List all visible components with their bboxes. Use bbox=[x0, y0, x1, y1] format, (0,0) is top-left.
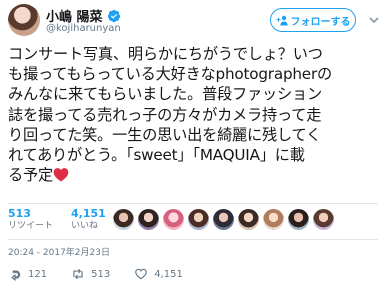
liker-avatar[interactable] bbox=[188, 209, 209, 230]
liker-avatar[interactable] bbox=[138, 209, 159, 230]
heart-emoji-icon bbox=[53, 168, 69, 182]
tweet-line: り回ってた笑。一生の思い出を綺麗に残してく bbox=[8, 125, 322, 144]
retweet-count: 513 bbox=[91, 268, 111, 280]
tweet-actions: 121 513 4,151 bbox=[8, 265, 378, 283]
user-handle[interactable]: @kojiharunyan bbox=[46, 23, 121, 34]
like-stat-label: いいね bbox=[71, 221, 99, 231]
tweet-line: も撮ってもらっている大好きなphotographerの bbox=[8, 65, 332, 84]
follow-button[interactable]: フォローする bbox=[270, 8, 356, 32]
avatar[interactable] bbox=[8, 4, 40, 36]
tweet-stats: 513 リツイート 4,151 いいね bbox=[8, 207, 124, 237]
tweet-line: コンサート写真、明らかにちがうでしょ？いつ bbox=[8, 45, 323, 63]
tweet-line: れてありがとう。「sweet」「MAQUIA」に載 bbox=[8, 146, 305, 165]
liker-avatar[interactable] bbox=[288, 209, 309, 230]
tweet-line: る予定 bbox=[8, 166, 53, 185]
divider bbox=[8, 203, 378, 204]
retweet-stat[interactable]: 513 リツイート bbox=[8, 207, 53, 232]
liker-avatar[interactable] bbox=[113, 209, 134, 230]
tweet-line: 誌を撮ってる売れっ子の方々がカメラ持って走 bbox=[8, 105, 322, 124]
like-icon bbox=[135, 268, 148, 280]
divider bbox=[8, 239, 378, 240]
caret-down-icon[interactable] bbox=[368, 14, 380, 26]
liker-avatar[interactable] bbox=[238, 209, 259, 230]
reply-button[interactable]: 121 bbox=[8, 267, 47, 281]
tweet-text: コンサート写真、明らかにちがうでしょ？いつ も撮ってもらっている大好きなphot… bbox=[8, 44, 386, 185]
follow-button-label: フォローする bbox=[290, 16, 351, 28]
tweet-header: 小嶋 陽菜 @kojiharunyan フォローする bbox=[0, 0, 388, 40]
reply-icon bbox=[11, 270, 21, 281]
like-stat-count: 4,151 bbox=[71, 207, 106, 220]
retweet-button[interactable]: 513 bbox=[71, 267, 110, 281]
reply-count: 121 bbox=[28, 268, 48, 280]
like-stat[interactable]: 4,151 いいね bbox=[71, 207, 106, 232]
liker-avatars bbox=[113, 209, 334, 230]
retweet-stat-count: 513 bbox=[8, 207, 31, 220]
liker-avatar[interactable] bbox=[163, 209, 184, 230]
retweet-icon bbox=[73, 268, 83, 280]
liker-avatar[interactable] bbox=[213, 209, 234, 230]
verified-badge-icon bbox=[107, 9, 120, 22]
tweet-timestamp[interactable]: 20:24 - 2017年2月23日 bbox=[8, 245, 110, 258]
like-count: 4,151 bbox=[154, 268, 183, 280]
retweet-stat-label: リツイート bbox=[8, 221, 54, 231]
tweet-last-line: る予定 bbox=[8, 165, 386, 185]
like-button[interactable]: 4,151 bbox=[134, 267, 183, 281]
tweet-line: みんなに来てもらいました。普段ファッション bbox=[8, 85, 322, 104]
liker-avatar[interactable] bbox=[313, 209, 334, 230]
follow-person-icon bbox=[276, 15, 288, 25]
liker-avatar[interactable] bbox=[263, 209, 284, 230]
